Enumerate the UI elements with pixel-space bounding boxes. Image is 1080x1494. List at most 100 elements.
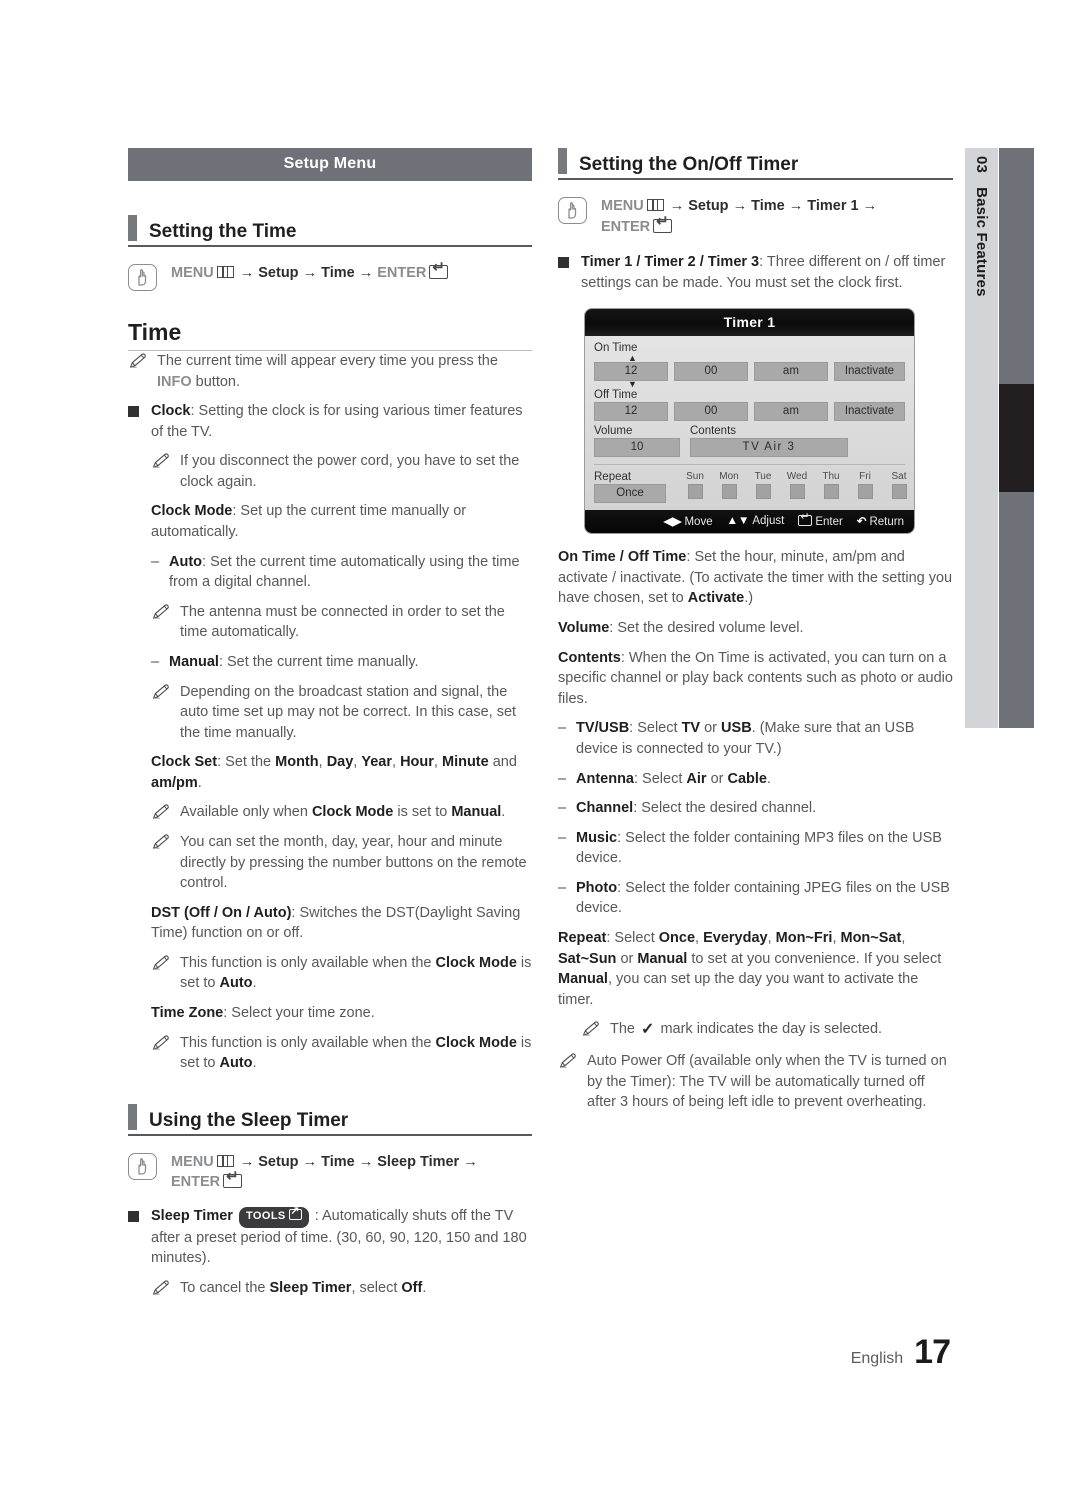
enter-label: ENTER <box>377 265 427 281</box>
left-column: Setup Menu Setting the Time MENU → Setup… <box>128 148 532 1298</box>
osd-day[interactable]: Mon <box>718 471 740 500</box>
osd-day[interactable]: Sun <box>684 471 706 500</box>
osd-on-ampm[interactable]: am <box>753 362 828 382</box>
list-item: Volume: Set the desired volume level. <box>558 618 953 639</box>
osd-off-state[interactable]: Inactivate <box>833 402 905 422</box>
osd-day-label: Fri <box>859 471 871 483</box>
osd-day-checkbox[interactable] <box>789 484 805 500</box>
list-item: On Time / Off Time: Set the hour, minute… <box>558 547 953 609</box>
osd-volume-contents-row: 10 TV Air 3 <box>594 438 905 458</box>
list-item: Sleep Timer TOOLS : Automatically shuts … <box>128 1206 532 1269</box>
osd-repeat-row: Repeat Once Sun Mon Tue Wed Thu Fri Sat <box>594 470 907 504</box>
list-item: – Photo: Select the folder containing JPE… <box>558 878 953 919</box>
section-title: Using the Sleep Timer <box>149 1109 349 1131</box>
osd-day-checkbox[interactable] <box>687 484 703 500</box>
osd-off-minute[interactable]: 00 <box>673 402 748 422</box>
osd-day-checkbox[interactable] <box>755 484 771 500</box>
osd-day-checkbox[interactable] <box>857 484 873 500</box>
osd-day-checkbox[interactable] <box>891 484 907 500</box>
hand-press-icon <box>558 197 587 224</box>
page-footer: English 17 <box>851 1333 951 1372</box>
list-item: The ✓ mark indicates the day is selected… <box>581 1019 953 1042</box>
arrow-down-icon: ▼ <box>628 379 637 390</box>
list-item: – Manual: Set the current time manually. <box>151 652 532 673</box>
list-item: Auto Power Off (available only when the … <box>558 1051 953 1113</box>
list-item-text: Available only when Clock Mode is set to… <box>180 804 506 821</box>
list-item-text: Depending on the broadcast station and s… <box>180 683 517 741</box>
note-pencil-icon <box>581 1021 601 1037</box>
list-item-text: Auto: Set the current time automatically… <box>169 553 520 591</box>
list-item: Timer 1 / Timer 2 / Timer 3: Three diffe… <box>558 252 953 293</box>
osd-day[interactable]: Tue <box>752 471 774 500</box>
list-item-text: Music: Select the folder containing MP3 … <box>576 829 942 867</box>
section-heading-setting-the-time: Setting the Time <box>128 215 532 247</box>
list-item: To cancel the Sleep Timer, select Off. <box>151 1278 532 1299</box>
osd-day[interactable]: Sat <box>888 471 910 500</box>
note-pencil-icon <box>151 834 171 850</box>
enter-key-icon <box>429 260 449 279</box>
left-body-list: The current time will appear every time … <box>128 351 532 1074</box>
list-item: DST (Off / On / Auto): Switches the DST(… <box>151 903 532 944</box>
list-item: Clock Set: Set the Month, Day, Year, Hou… <box>151 752 532 793</box>
list-item-text: Volume: Set the desired volume level. <box>558 620 804 637</box>
menu-label: MENU <box>601 198 644 214</box>
osd-repeat-label: Repeat <box>594 471 632 484</box>
section-accent-bar <box>128 215 137 241</box>
osd-day[interactable]: Wed <box>786 471 808 500</box>
arrow-up-icon: ▲ <box>628 353 637 364</box>
osd-off-hour[interactable]: 12 <box>594 402 668 422</box>
dash-bullet: – <box>151 653 160 670</box>
osd-body: On Time ▲ 12 00 am Inactivate ▼ Off Time… <box>585 336 914 511</box>
list-item: Contents: When the On Time is activated,… <box>558 648 953 710</box>
arrow-right-icon: → <box>239 265 255 281</box>
list-item-text: This function is only available when the… <box>180 1034 532 1072</box>
sleep-timer-body-list: Sleep Timer TOOLS : Automatically shuts … <box>128 1206 532 1298</box>
list-item: – Channel: Select the desired channel. <box>558 798 953 819</box>
osd-on-state[interactable]: Inactivate <box>833 362 905 382</box>
nav-path-text: MENU → Setup → Time → Sleep Timer → ENTE… <box>171 1152 478 1193</box>
nav-step-setup: Setup <box>258 1153 299 1170</box>
osd-footer-hints: ◀▶Move ▲▼Adjust Enter ↶Return <box>585 510 914 534</box>
osd-day-checkbox[interactable] <box>823 484 839 500</box>
tools-arrow-icon <box>288 1206 302 1220</box>
dash-bullet: – <box>558 829 567 846</box>
osd-day-checkbox[interactable] <box>721 484 737 500</box>
arrow-right-icon: → <box>358 1153 374 1170</box>
note-pencil-icon <box>151 683 171 700</box>
list-item-text: This function is only available when the… <box>180 954 532 992</box>
osd-day-label: Sat <box>891 471 907 483</box>
list-item-text: Photo: Select the folder containing JPEG… <box>576 879 950 917</box>
osd-day[interactable]: Thu <box>820 471 842 500</box>
osd-contents-value[interactable]: TV Air 3 <box>690 438 848 458</box>
arrow-right-icon: → <box>732 198 748 214</box>
osd-repeat-value[interactable]: Once <box>594 484 666 504</box>
nav-step-setup: Setup <box>258 265 299 281</box>
list-item: This function is only available when the… <box>151 953 532 994</box>
list-item-text: Sleep Timer TOOLS : Automatically shuts … <box>151 1206 532 1269</box>
right-column: Setting the On/Off Timer MENU → Setup → … <box>558 148 953 1113</box>
list-item: This function is only available when the… <box>151 1033 532 1074</box>
osd-off-ampm[interactable]: am <box>753 402 828 422</box>
osd-on-time-label: On Time <box>594 342 638 355</box>
chapter-tab-text: 03 Basic Features <box>965 156 998 736</box>
list-item-text: DST (Off / On / Auto): Switches the DST(… <box>151 904 521 942</box>
dash-bullet: – <box>558 720 567 737</box>
dash-bullet: – <box>558 800 567 817</box>
list-item-text: The current time will appear every time … <box>157 353 498 390</box>
tools-button-badge: TOOLS <box>238 1206 309 1228</box>
enter-label: ENTER <box>171 1174 221 1191</box>
list-item-text: TV/USB: Select TV or USB. (Make sure tha… <box>576 720 915 757</box>
note-pencil-icon <box>151 804 171 820</box>
osd-hint-move: ◀▶ Move <box>663 516 713 529</box>
hand-press-icon <box>128 264 157 291</box>
nav-path-text: MENU → Setup → Time → Timer 1 → ENTER <box>601 196 877 237</box>
osd-volume-contents-labels: Volume Contents <box>594 424 905 438</box>
return-icon: ↶ <box>856 516 867 529</box>
list-item-text: The antenna must be connected in order t… <box>180 603 505 641</box>
osd-day[interactable]: Fri <box>854 471 876 500</box>
osd-volume-value[interactable]: 10 <box>594 438 680 458</box>
osd-on-minute[interactable]: 00 <box>673 362 748 382</box>
menu-bars-icon <box>646 199 664 211</box>
osd-hint-return: ↶ Return <box>856 516 904 529</box>
move-arrows-icon: ◀▶ <box>663 516 682 529</box>
